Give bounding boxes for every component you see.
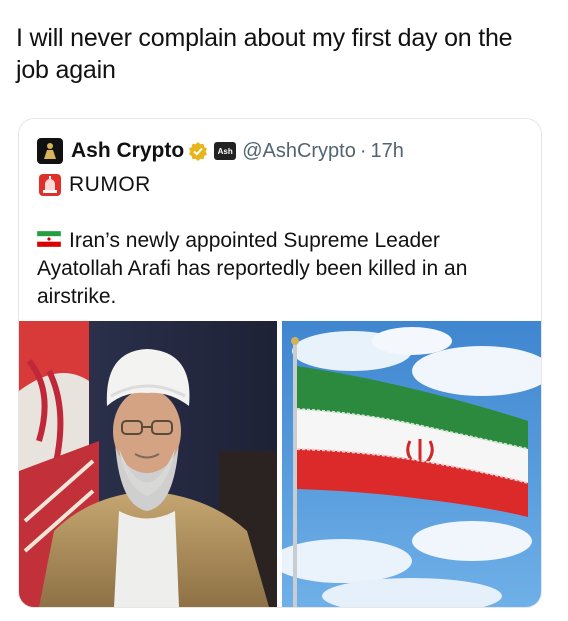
- quoted-tweet-card[interactable]: Ash Crypto Ash @AshCrypto · 17h RUMOR Ir…: [18, 118, 542, 608]
- header-separator: ·: [359, 139, 367, 162]
- author-name[interactable]: Ash Crypto: [71, 139, 184, 163]
- verified-badge-icon: [189, 142, 208, 161]
- tweet-time[interactable]: 17h: [371, 140, 404, 163]
- iran-flag-photo-image[interactable]: [282, 321, 541, 607]
- post-caption: I will never complain about my first day…: [16, 24, 513, 84]
- rumor-tag: RUMOR: [39, 173, 151, 197]
- tweet-body-text: Iran’s newly appointed Supreme Leader Ay…: [37, 229, 468, 308]
- rumor-label: RUMOR: [69, 173, 151, 196]
- cleric-portrait-image[interactable]: [19, 321, 277, 607]
- affiliate-badge-icon: Ash: [214, 142, 237, 160]
- siren-icon: [39, 174, 61, 196]
- tweet-header: Ash Crypto Ash @AshCrypto · 17h: [37, 137, 404, 165]
- iran-flag-icon: [37, 231, 61, 248]
- robed-figure-avatar-icon[interactable]: [37, 138, 63, 164]
- author-handle[interactable]: @AshCrypto: [242, 140, 356, 163]
- tweet-body: Iran’s newly appointed Supreme Leader Ay…: [37, 227, 517, 311]
